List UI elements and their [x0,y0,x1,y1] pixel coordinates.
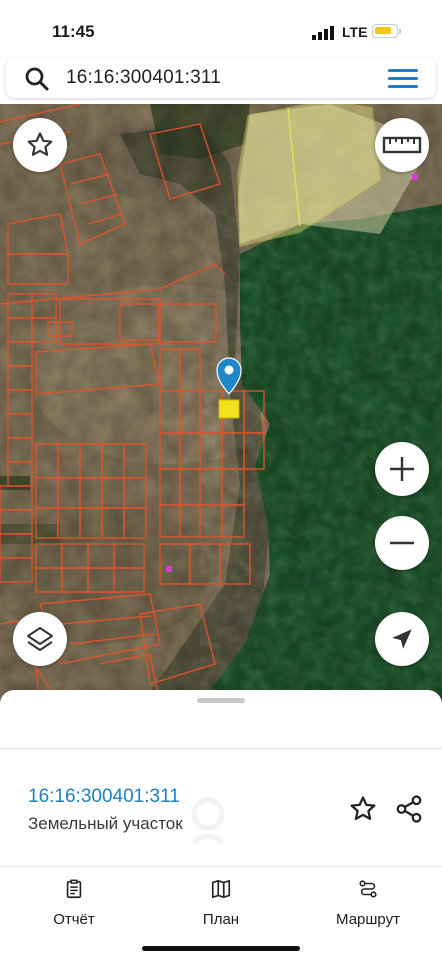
favorite-map-button[interactable] [13,118,67,172]
satellite-map[interactable] [0,104,442,704]
divider [0,866,442,867]
map-canvas[interactable] [0,104,442,704]
search-bar[interactable]: 16:16:300401:311 [6,58,436,98]
network-type: LTE [342,24,368,40]
zoom-in-icon [390,457,414,481]
sheet-handle[interactable] [197,698,245,703]
divider [0,748,442,749]
zoom-out-button[interactable] [375,516,429,570]
layers-icon [27,627,53,651]
share-icon[interactable] [394,794,424,824]
star-icon[interactable] [348,794,378,824]
parcel-sheet[interactable]: 16:16:300401:311 Земельный участок Отчёт… [0,690,442,960]
zoom-in-button[interactable] [375,442,429,496]
tab-report[interactable]: Отчёт [14,878,134,928]
zoom-out-icon [390,541,414,545]
tab-route[interactable]: Маршрут [308,878,428,928]
home-indicator[interactable] [142,946,300,951]
status-bar: 11:45 LTE [0,0,442,56]
selected-parcel[interactable] [218,399,240,419]
signal-icon [312,26,334,40]
tab-label: План [202,911,240,928]
search-input[interactable]: 16:16:300401:311 [66,67,221,89]
battery-icon [372,24,401,38]
my-location-button[interactable] [375,612,429,666]
ruler-icon [382,136,422,154]
map-icon [211,879,231,899]
hamburger-icon [388,69,418,72]
report-icon [66,879,82,899]
parcel-type: Земельный участок [28,814,183,833]
locate-icon [392,629,412,649]
tab-label: Отчёт [53,911,95,928]
ruler-button[interactable] [375,118,429,172]
star-icon [27,132,53,156]
menu-button[interactable] [388,69,418,89]
clock: 11:45 [52,22,95,41]
tab-plan[interactable]: План [161,878,281,928]
search-icon[interactable] [24,66,50,92]
tab-label: Маршрут [336,911,400,928]
layers-button[interactable] [13,612,67,666]
route-icon [359,880,377,898]
cadastral-number[interactable]: 16:16:300401:311 [28,786,180,808]
